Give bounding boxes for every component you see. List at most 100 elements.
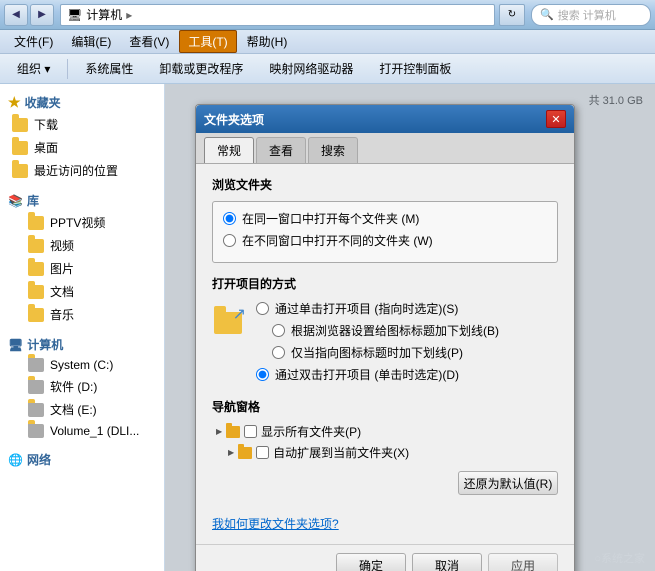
back-button[interactable]: ◀ xyxy=(4,4,28,26)
refresh-icon: ↻ xyxy=(508,9,516,20)
folder-icon-desktop xyxy=(12,141,28,155)
tab-general[interactable]: 常规 xyxy=(204,137,254,163)
help-link[interactable]: 我如何更改文件夹选项? xyxy=(212,515,339,532)
path-text: 计算机 xyxy=(86,6,122,23)
sidebar-library-section: 📚 库 PPTV视频 视频 图片 xyxy=(4,190,160,326)
folder-icon-downloads xyxy=(12,118,28,132)
main-area: ★ 收藏夹 下载 桌面 最近访问的位置 📚 xyxy=(0,84,655,571)
tab-search[interactable]: 搜索 xyxy=(308,137,358,163)
sidebar-item-video[interactable]: 视频 xyxy=(20,234,160,257)
sidebar-item-docs[interactable]: 文档 xyxy=(20,280,160,303)
ok-button[interactable]: 确定 xyxy=(336,553,406,571)
nav-buttons: ◀ ▶ xyxy=(4,4,54,26)
apply-button[interactable]: 应用 xyxy=(488,553,558,571)
folder-icon-recent xyxy=(12,164,28,178)
computer-icon: 🖥 xyxy=(8,338,23,352)
dialog-title-bar: 文件夹选项 ✕ xyxy=(196,105,574,133)
folder-icon-music xyxy=(28,308,44,322)
sidebar-item-pptv[interactable]: PPTV视频 xyxy=(20,211,160,234)
sidebar-item-pictures[interactable]: 图片 xyxy=(20,257,160,280)
tab-view[interactable]: 查看 xyxy=(256,137,306,163)
toolbar-controlpanel[interactable]: 打开控制面板 xyxy=(370,57,460,80)
e-label: 文档 (E:) xyxy=(50,401,97,418)
vol-label: Volume_1 (DLI... xyxy=(50,424,139,438)
sidebar-item-desktop[interactable]: 桌面 xyxy=(4,136,160,159)
recent-label: 最近访问的位置 xyxy=(34,162,118,179)
browse-radio-2[interactable] xyxy=(223,234,236,247)
nav-section-title: 导航窗格 xyxy=(212,398,558,415)
folder-icon-video xyxy=(28,239,44,253)
open-radio-1[interactable] xyxy=(256,302,269,315)
explorer-window: ◀ ▶ 🖥 计算机 ▸ ↻ 🔍 搜索 计算机 文件(F) 编辑(E) 查看(V)… xyxy=(0,0,655,571)
disk-icon-e xyxy=(28,403,44,417)
menu-tools[interactable]: 工具(T) xyxy=(179,30,236,53)
search-bar[interactable]: 🔍 搜索 计算机 xyxy=(531,4,651,26)
folder-icon-sm: 🖥 xyxy=(67,8,82,22)
nav-item-1-label: 显示所有文件夹(P) xyxy=(261,423,361,440)
restore-defaults-button[interactable]: 还原为默认值(R) xyxy=(458,471,558,495)
folder-options-dialog: 文件夹选项 ✕ 常规 查看 搜索 浏览文件夹 xyxy=(195,104,575,571)
path-arrow: ▸ xyxy=(126,8,132,22)
dialog-bottom-buttons: 确定 取消 应用 xyxy=(196,544,574,571)
toolbar-uninstall[interactable]: 卸载或更改程序 xyxy=(150,57,252,80)
nav-item-2-label: 自动扩展到当前文件夹(X) xyxy=(273,444,409,461)
open-option-1-label: 通过单击打开项目 (指向时选定)(S) xyxy=(275,300,458,317)
browse-radio-1[interactable] xyxy=(223,212,236,225)
sidebar-network-section: 🌐 网络 xyxy=(4,449,160,470)
dialog-footer: 我如何更改文件夹选项? xyxy=(196,507,574,544)
dialog-close-button[interactable]: ✕ xyxy=(546,110,566,128)
sidebar-item-downloads[interactable]: 下载 xyxy=(4,113,160,136)
content-area: 共 31.0 GB 文件夹选项 ✕ 常规 查看 搜索 xyxy=(165,84,655,571)
pictures-label: 图片 xyxy=(50,260,74,277)
computer-label: 计算机 xyxy=(27,336,63,353)
toolbar: 组织 ▾ 系统属性 卸载或更改程序 映射网络驱动器 打开控制面板 xyxy=(0,54,655,84)
sidebar-item-c[interactable]: System (C:) xyxy=(20,355,160,375)
cancel-button[interactable]: 取消 xyxy=(412,553,482,571)
sidebar-network-header: 🌐 网络 xyxy=(4,449,160,470)
browse-section-title: 浏览文件夹 xyxy=(212,176,558,193)
menu-file[interactable]: 文件(F) xyxy=(6,31,61,52)
sidebar-item-e[interactable]: 文档 (E:) xyxy=(20,398,160,421)
open-radio-3[interactable] xyxy=(272,346,285,359)
disk-icon-c xyxy=(28,358,44,372)
toolbar-mapnet[interactable]: 映射网络驱动器 xyxy=(260,57,362,80)
nav-checkbox-2[interactable] xyxy=(256,446,269,459)
sidebar-item-vol[interactable]: Volume_1 (DLI... xyxy=(20,421,160,441)
search-icon: 🔍 xyxy=(540,8,554,21)
nav-section: 导航窗格 ▶ 显示所有文件夹(P) ▶ xyxy=(212,398,558,461)
browse-option-2: 在不同窗口中打开不同的文件夹 (W) xyxy=(223,232,547,249)
open-section-title: 打开项目的方式 xyxy=(212,275,558,292)
sidebar-item-d[interactable]: 软件 (D:) xyxy=(20,375,160,398)
toolbar-organize[interactable]: 组织 ▾ xyxy=(8,57,59,80)
open-option-2-label: 根据浏览器设置给图标标题加下划线(B) xyxy=(291,322,499,339)
sidebar-item-music[interactable]: 音乐 xyxy=(20,303,160,326)
open-option-1: 通过单击打开项目 (指向时选定)(S) xyxy=(256,300,558,317)
menu-view[interactable]: 查看(V) xyxy=(121,31,177,52)
open-radio-4[interactable] xyxy=(256,368,269,381)
refresh-button[interactable]: ↻ xyxy=(499,4,525,26)
menu-edit[interactable]: 编辑(E) xyxy=(63,31,119,52)
forward-button[interactable]: ▶ xyxy=(30,4,54,26)
open-section: 打开项目的方式 ↗ 通过单击打开项 xyxy=(212,275,558,388)
browse-option-1: 在同一窗口中打开每个文件夹 (M) xyxy=(223,210,547,227)
open-radio-2[interactable] xyxy=(272,324,285,337)
star-icon: ★ xyxy=(8,94,21,111)
toolbar-sysprop[interactable]: 系统属性 xyxy=(76,57,142,80)
c-label: System (C:) xyxy=(50,358,113,372)
library-icon: 📚 xyxy=(8,194,23,208)
menu-bar: 文件(F) 编辑(E) 查看(V) 工具(T) 帮助(H) xyxy=(0,30,655,54)
dialog-content: 浏览文件夹 在同一窗口中打开每个文件夹 (M) 在不同窗口中打开不同的文件夹 (… xyxy=(196,164,574,507)
sidebar-item-recent[interactable]: 最近访问的位置 xyxy=(4,159,160,182)
open-option-3-label: 仅当指向图标标题时加下划线(P) xyxy=(291,344,463,361)
tree-arrow-2: ▶ xyxy=(228,448,234,457)
nav-folder-icon-1 xyxy=(226,426,240,438)
sidebar-library-header: 📚 库 xyxy=(4,190,160,211)
open-option-3: 仅当指向图标标题时加下划线(P) xyxy=(256,344,558,361)
path-bar[interactable]: 🖥 计算机 ▸ xyxy=(60,4,495,26)
nav-folder-icon-2 xyxy=(238,447,252,459)
nav-checkbox-1[interactable] xyxy=(244,425,257,438)
toolbar-separator-1 xyxy=(67,59,68,79)
sidebar-computer-section: 🖥 计算机 System (C:) 软件 (D:) 文档 (E:) xyxy=(4,334,160,441)
menu-help[interactable]: 帮助(H) xyxy=(239,31,296,52)
dialog-tabs: 常规 查看 搜索 xyxy=(196,133,574,164)
